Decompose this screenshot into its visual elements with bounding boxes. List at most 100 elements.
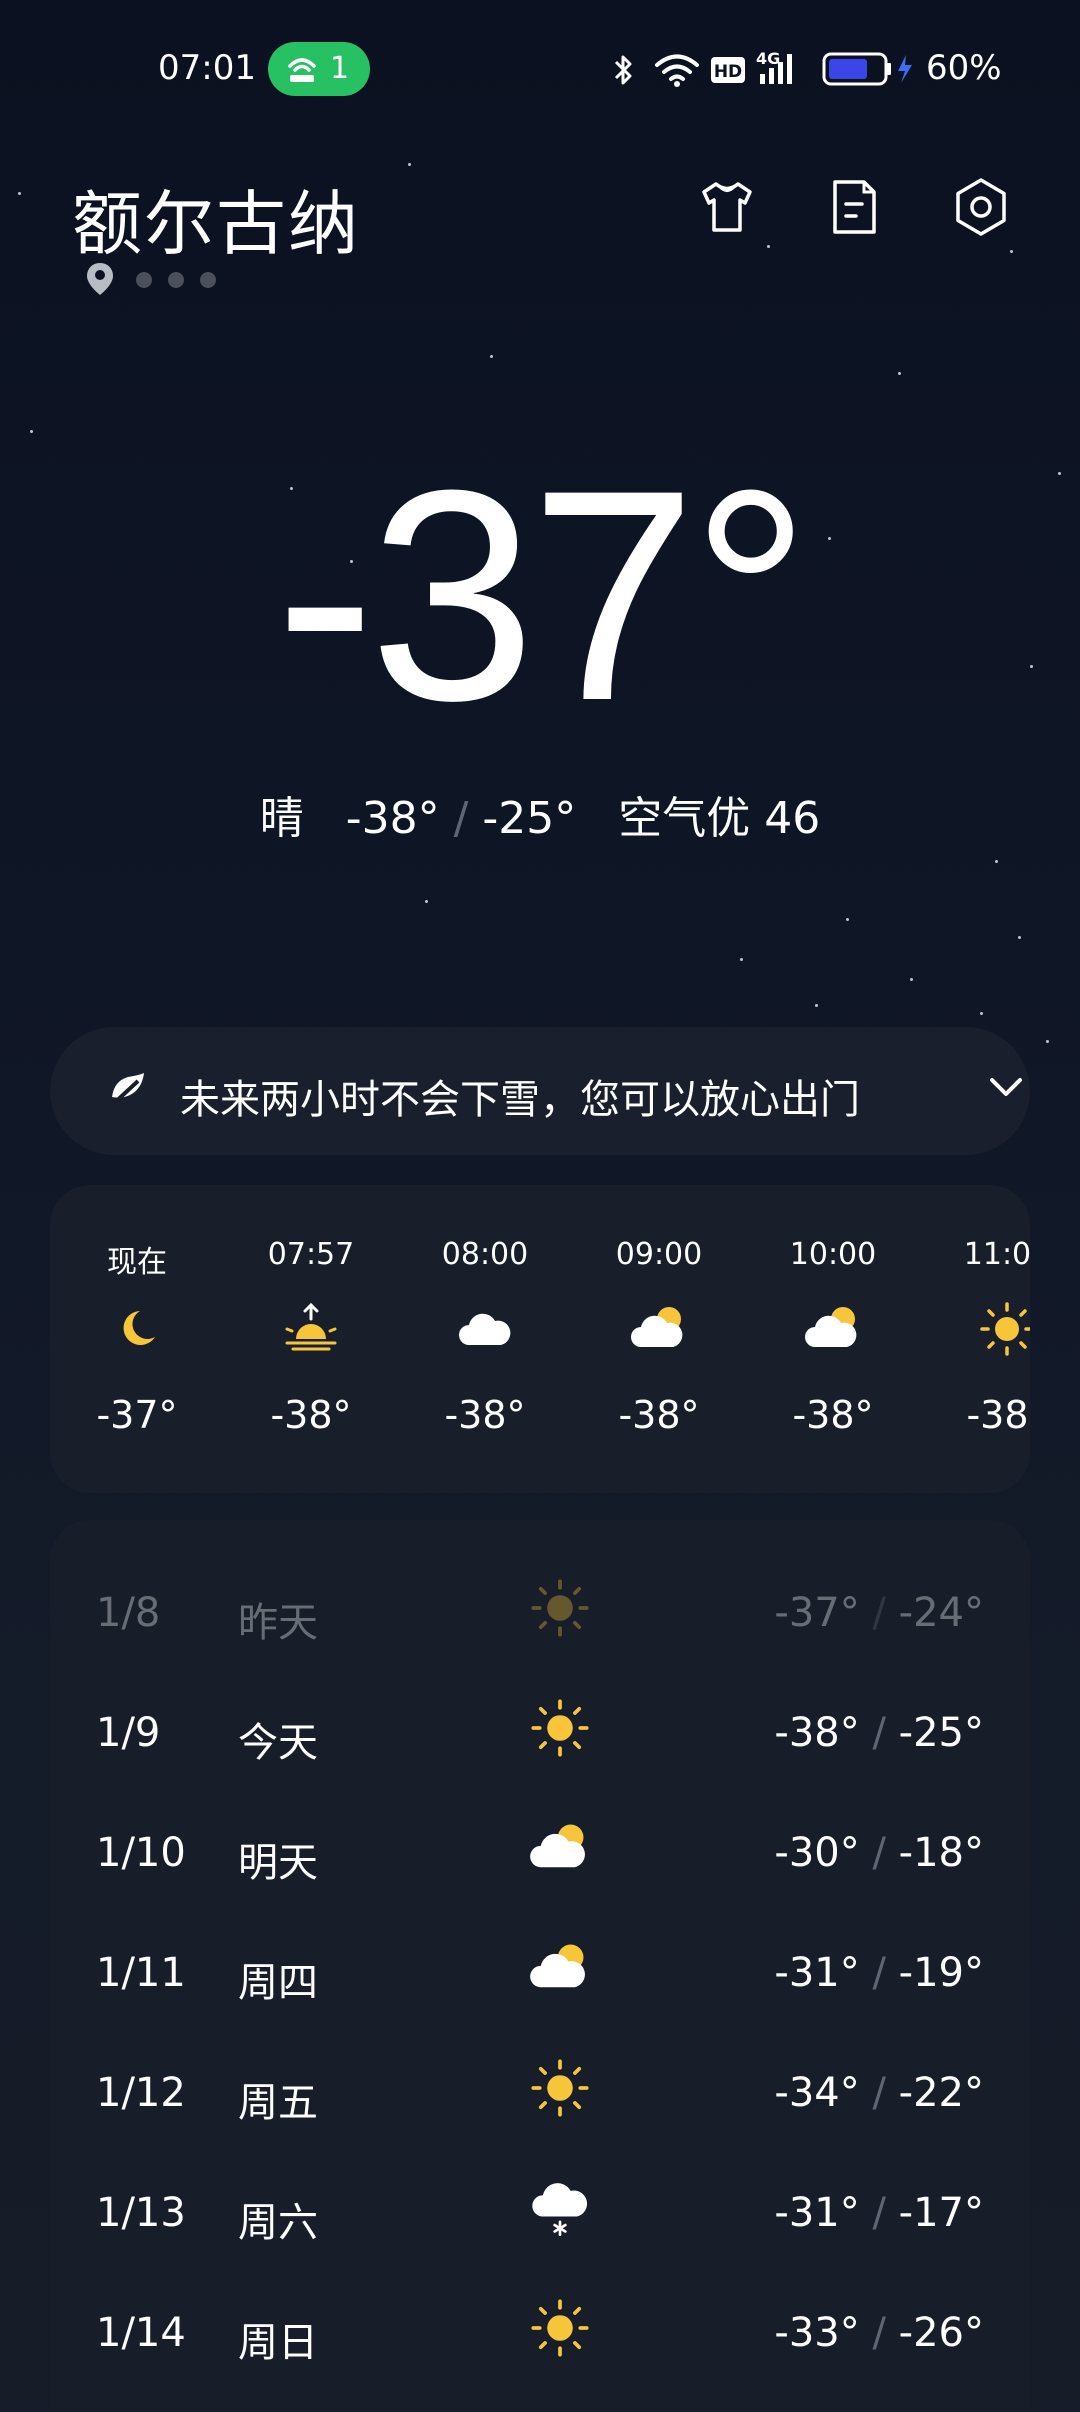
svg-text:4G: 4G [756, 49, 780, 68]
day-temp-range: -33° / -26° [774, 2310, 984, 2356]
day-name: 昨天 [238, 1600, 318, 1646]
hour-time: 07:57 [267, 1237, 355, 1272]
day-name: 周六 [238, 2200, 318, 2246]
day-low: -38° [774, 1710, 860, 1756]
air-quality[interactable]: 空气优 46 [618, 793, 820, 844]
current-temperature: -37° [275, 427, 811, 763]
hourly-item[interactable]: 09:00 -38° [572, 1185, 746, 1493]
temp-separator: / [453, 793, 469, 844]
hourly-forecast[interactable]: 现在 -37° 07:57 -38° 08:00 -38° 09:00 -38° [50, 1185, 1030, 1493]
day-low: -31° [774, 2190, 860, 2236]
partly-cloudy-icon [530, 1824, 585, 1868]
sun-icon [531, 2299, 589, 2357]
daily-row[interactable]: 1/13 周六 -31° / -17° [50, 2148, 1030, 2268]
day-name: 今天 [238, 1720, 318, 1766]
hour-time: 09:00 [615, 1237, 703, 1272]
location-pin-icon [87, 263, 113, 295]
day-name: 明天 [238, 1840, 318, 1886]
hotspot-icon [288, 58, 316, 82]
day-date: 1/11 [96, 1950, 186, 1996]
daily-row[interactable]: 1/9 今天 -38° / -25° [50, 1668, 1030, 1788]
sun-icon [980, 1302, 1030, 1356]
hourly-item[interactable]: 07:57 -38° [224, 1185, 398, 1493]
partly-cloudy-icon [530, 1944, 585, 1988]
daily-row[interactable]: 1/12 周五 -34° / -22° [50, 2028, 1030, 2148]
day-high: -25° [898, 1710, 984, 1756]
partly-cloudy-icon [631, 1307, 683, 1347]
umbrella-off-icon [108, 1073, 144, 1109]
page-dot [200, 272, 216, 288]
sun-icon [531, 1699, 589, 1757]
daily-row[interactable]: 1/11 周四 -31° / -19° [50, 1908, 1030, 2028]
daily-row[interactable]: 1/8 昨天 -37° / -24° [50, 1548, 1030, 1668]
svg-text:HD: HD [714, 62, 742, 82]
day-temp-range: -31° / -17° [774, 2190, 984, 2236]
day-high: -18° [898, 1830, 984, 1876]
weather-report-icon[interactable] [824, 176, 886, 238]
hour-temp: -38° [966, 1393, 1030, 1437]
precipitation-alert[interactable]: 未来两小时不会下雪，您可以放心出门 [50, 1027, 1030, 1155]
day-temp-range: -38° / -25° [774, 1710, 984, 1756]
day-date: 1/9 [96, 1710, 161, 1756]
status-time: 07:01 [158, 48, 256, 88]
day-temp-range: -31° / -19° [774, 1950, 984, 1996]
battery-icon [822, 52, 912, 86]
day-temp-range: -30° / -18° [774, 1830, 984, 1876]
day-temp-range: -34° / -22° [774, 2070, 984, 2116]
hour-temp: -38° [270, 1393, 352, 1437]
day-low: -33° [774, 2310, 860, 2356]
settings-icon[interactable] [950, 176, 1012, 238]
day-high: -17° [898, 2190, 984, 2236]
daily-row[interactable]: 1/14 周日 -33° / -26° [50, 2268, 1030, 2388]
daily-forecast[interactable]: 1/8 昨天 -37° / -24° 1/9 今天 -38° / -25° 1/… [50, 1520, 1030, 2412]
day-low: -31° [774, 1950, 860, 1996]
condition-text: 晴 [259, 793, 304, 844]
hour-temp: -38° [444, 1393, 526, 1437]
daily-row[interactable]: 1/10 明天 -30° / -18° [50, 1788, 1030, 1908]
day-low: -30° [774, 1830, 860, 1876]
day-low: -37° [774, 1590, 860, 1636]
cloud-icon [459, 1313, 511, 1345]
day-high: -26° [898, 2310, 984, 2356]
hour-temp: -38° [792, 1393, 874, 1437]
chevron-down-icon[interactable] [988, 1075, 1024, 1099]
hotspot-count: 1 [330, 51, 350, 86]
partly-cloudy-icon [805, 1307, 857, 1347]
day-date: 1/14 [96, 2310, 186, 2356]
day-date: 1/13 [96, 2190, 186, 2236]
bluetooth-icon [614, 55, 632, 85]
hourly-item[interactable]: 11:00 -38° [920, 1185, 1030, 1493]
city-name[interactable]: 额尔古纳 [72, 168, 360, 269]
day-high: -19° [898, 1950, 984, 1996]
hour-temp: -37° [96, 1393, 178, 1437]
day-name: 周五 [238, 2080, 318, 2126]
hourly-item[interactable]: 08:00 -38° [398, 1185, 572, 1493]
hour-temp: -38° [618, 1393, 700, 1437]
sun-icon [531, 2059, 589, 2117]
status-bar: 07:01 1 HD 4G 60% [0, 38, 1080, 102]
alert-text: 未来两小时不会下雪，您可以放心出门 [180, 1077, 860, 1123]
weather-summary[interactable]: 晴 -38° / -25° 空气优 46 [0, 782, 1080, 846]
day-date: 1/8 [96, 1590, 161, 1636]
day-name: 周四 [238, 1960, 318, 2006]
hourly-item[interactable]: 10:00 -38° [746, 1185, 920, 1493]
hourly-item[interactable]: 现在 -37° [50, 1185, 224, 1493]
day-high: -22° [898, 2070, 984, 2116]
clothing-index-icon[interactable] [696, 176, 758, 238]
sun-icon [531, 1579, 589, 1637]
day-temp-range: -37° / -24° [774, 1590, 984, 1636]
day-high: -24° [898, 1590, 984, 1636]
sunrise-icon [285, 1302, 337, 1351]
day-date: 1/12 [96, 2070, 186, 2116]
hour-time: 08:00 [441, 1237, 529, 1272]
hour-time: 10:00 [789, 1237, 877, 1272]
day-date: 1/10 [96, 1830, 186, 1876]
hd-icon: HD [711, 57, 745, 83]
page-dot [136, 272, 152, 288]
battery-percentage: 60% [926, 48, 1002, 88]
page-dot [168, 272, 184, 288]
cellular-signal-icon: 4G [756, 49, 792, 84]
hotspot-indicator[interactable]: 1 [268, 42, 370, 96]
low-temp: -38° [345, 793, 440, 844]
hour-time: 11:00 [963, 1237, 1030, 1272]
